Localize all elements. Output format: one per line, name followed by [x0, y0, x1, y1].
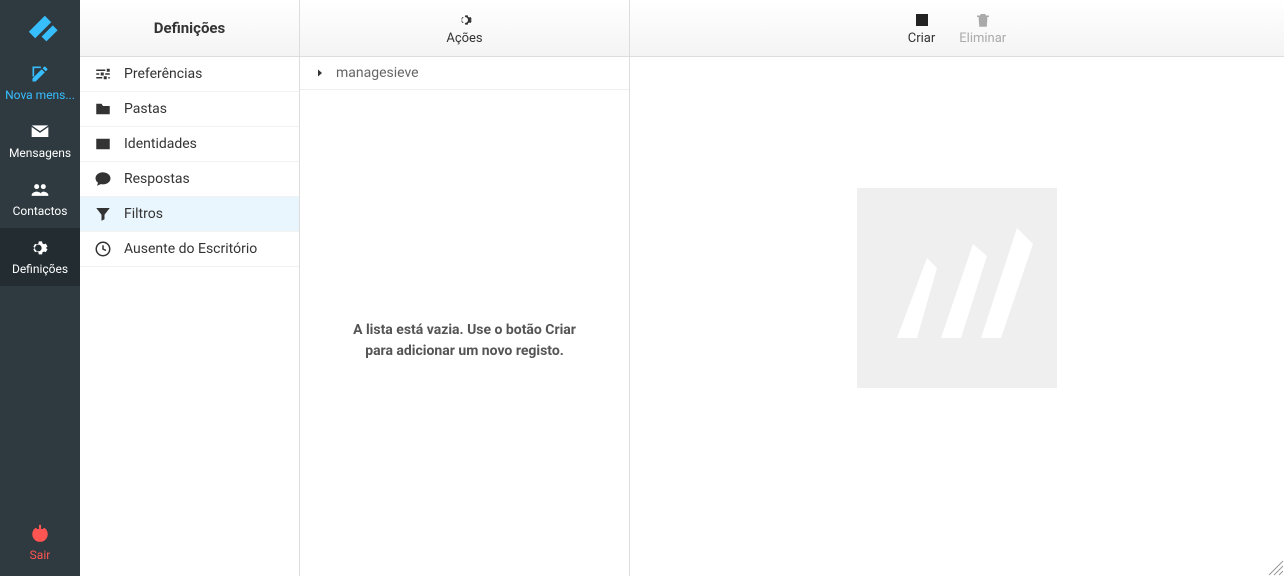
clock-icon: [94, 240, 112, 258]
compose-icon: [30, 64, 50, 84]
filters-list-column: Ações managesieve A lista está vazia. Us…: [300, 0, 630, 576]
gear-icon: [456, 11, 474, 29]
settings-column-header: Definições: [80, 0, 299, 57]
comment-icon: [94, 170, 112, 188]
filter-icon: [94, 205, 112, 223]
app-sidebar: Nova mens... Mensagens Contactos Definiç…: [0, 0, 80, 576]
app-logo: [0, 0, 80, 54]
settings-item-folders[interactable]: Pastas: [80, 92, 299, 127]
folder-icon: [94, 100, 112, 118]
create-button[interactable]: Criar: [908, 11, 936, 46]
mail-icon: [30, 122, 50, 142]
plus-square-icon: [913, 11, 931, 29]
filter-set-name: managesieve: [336, 65, 419, 81]
delete-button: Eliminar: [959, 11, 1006, 46]
settings-item-label: Filtros: [124, 206, 163, 222]
filter-set-toggle[interactable]: managesieve: [300, 57, 629, 90]
create-button-label: Criar: [908, 31, 936, 46]
settings-item-label: Pastas: [124, 101, 167, 117]
sidebar-contacts-label: Contactos: [13, 204, 68, 218]
actions-menu-button[interactable]: Ações: [300, 0, 629, 57]
settings-item-preferences[interactable]: Preferências: [80, 57, 299, 92]
settings-item-label: Respostas: [124, 171, 190, 187]
chevron-right-icon: [314, 67, 326, 79]
sidebar-item-contacts[interactable]: Contactos: [0, 170, 80, 228]
settings-item-identities[interactable]: Identidades: [80, 127, 299, 162]
sidebar-item-logout[interactable]: Sair: [0, 514, 80, 576]
sidebar-messages-label: Mensagens: [9, 146, 71, 160]
delete-button-label: Eliminar: [959, 31, 1006, 46]
contacts-icon: [30, 180, 50, 200]
watermark-logo: [857, 188, 1057, 388]
filters-empty-message: A lista está vazia. Use o botão Criar pa…: [300, 90, 629, 576]
sidebar-item-messages[interactable]: Mensagens: [0, 112, 80, 170]
settings-item-label: Preferências: [124, 66, 202, 82]
settings-item-responses[interactable]: Respostas: [80, 162, 299, 197]
settings-sections-list: Preferências Pastas Identidades Resposta…: [80, 57, 299, 267]
power-icon: [30, 524, 50, 544]
sidebar-item-compose[interactable]: Nova mens...: [0, 54, 80, 112]
content-toolbar: Criar Eliminar: [630, 0, 1284, 57]
sidebar-settings-label: Definições: [12, 262, 68, 276]
sidebar-item-settings[interactable]: Definições: [0, 228, 80, 286]
sidebar-logout-label: Sair: [30, 548, 51, 562]
sliders-icon: [94, 65, 112, 83]
settings-item-label: Identidades: [124, 136, 197, 152]
settings-item-out-of-office[interactable]: Ausente do Escritório: [80, 232, 299, 267]
id-card-icon: [94, 135, 112, 153]
trash-icon: [974, 11, 992, 29]
resize-handle[interactable]: [1268, 560, 1284, 576]
settings-sections-column: Definições Preferências Pastas Identidad…: [80, 0, 300, 576]
actions-header-label: Ações: [446, 31, 482, 46]
settings-item-label: Ausente do Escritório: [124, 241, 257, 257]
filter-content-panel: Criar Eliminar: [630, 0, 1284, 576]
logo-icon: [20, 11, 60, 43]
sidebar-compose-label: Nova mens...: [5, 88, 75, 102]
settings-item-filters[interactable]: Filtros: [80, 197, 299, 232]
gear-icon: [30, 238, 50, 258]
